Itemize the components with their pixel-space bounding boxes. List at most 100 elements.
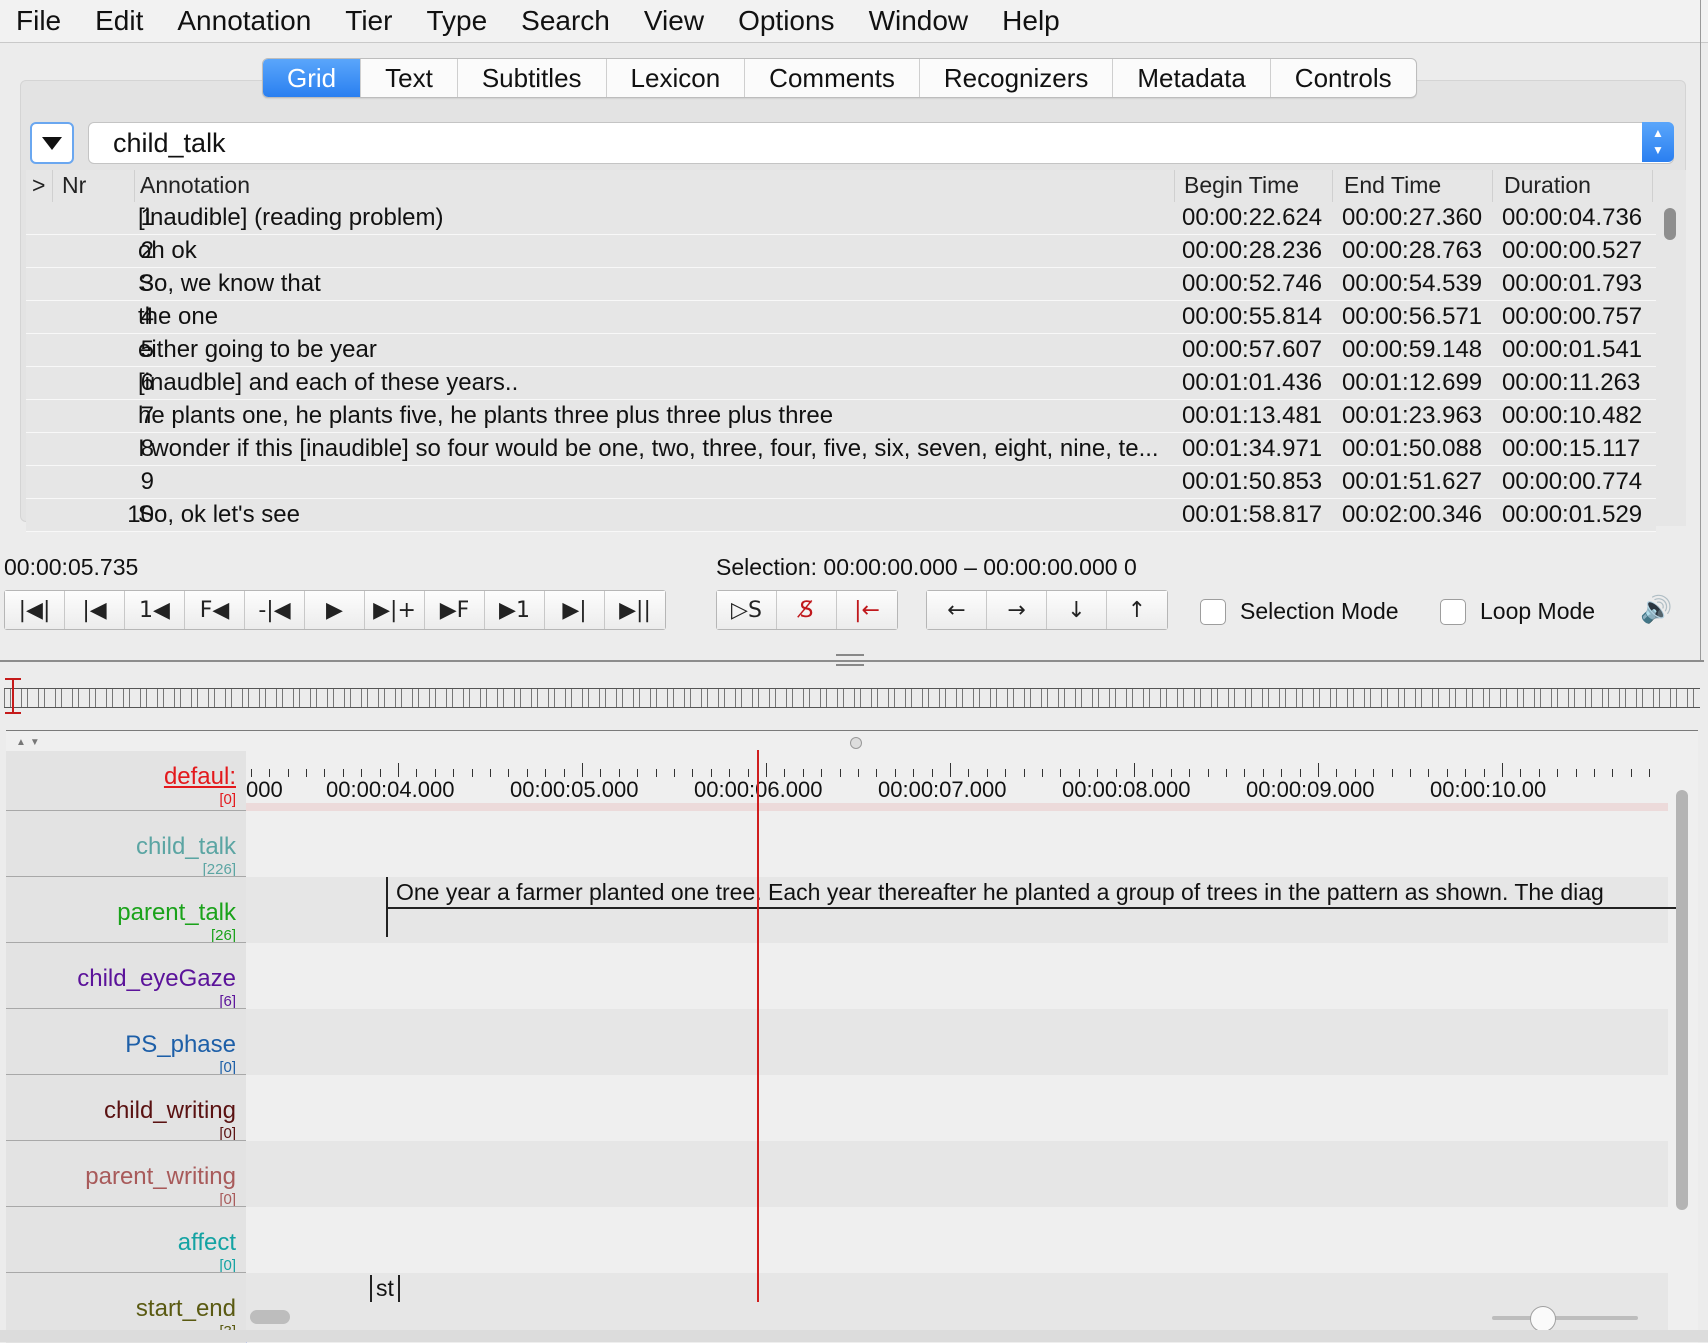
tab-lexicon[interactable]: Lexicon [607, 59, 746, 97]
play-button[interactable]: ▶ [305, 591, 365, 629]
tier-row-child-talk[interactable] [246, 811, 1668, 877]
menu-view[interactable]: View [627, 5, 721, 37]
tab-subtitles[interactable]: Subtitles [458, 59, 607, 97]
menu-edit[interactable]: Edit [78, 5, 160, 37]
tier-separator [6, 1206, 246, 1207]
speaker-icon[interactable]: 🔊 [1640, 594, 1672, 625]
column-header-begin-time[interactable]: Begin Time [1184, 172, 1299, 199]
row-begin-time: 00:01:13.481 [1182, 402, 1323, 429]
grid-options-dropdown-button[interactable] [30, 122, 74, 164]
selection-begin-button[interactable]: |← [837, 591, 897, 629]
annotation-start-end[interactable]: st [370, 1275, 400, 1302]
zoom-slider-knob[interactable] [1530, 1306, 1556, 1332]
grid-row[interactable]: 9 00:01:50.853 00:01:51.627 00:00:00.774 [26, 466, 1656, 499]
row-begin-time: 00:00:52.746 [1182, 270, 1323, 297]
first-frame-button[interactable]: F◀ [185, 591, 245, 629]
tab-metadata[interactable]: Metadata [1113, 59, 1271, 97]
tier-label-child-writing[interactable]: child_writing [104, 1097, 236, 1125]
down-arrow-button[interactable]: ↓ [1047, 591, 1107, 629]
tier-label-default[interactable]: defaul: [164, 763, 236, 791]
menu-file[interactable]: File [0, 5, 78, 37]
tier-row-affect[interactable] [246, 1207, 1668, 1273]
previous-second-button[interactable]: |◀ [65, 591, 125, 629]
ruler-tick [784, 769, 786, 777]
menu-window[interactable]: Window [852, 5, 986, 37]
grid-row[interactable]: 2 oh ok 00:00:28.236 00:00:28.763 00:00:00.5… [26, 235, 1656, 268]
clear-selection-button[interactable]: S̸ [777, 591, 837, 629]
previous-pixel-button[interactable]: -|◀ [245, 591, 305, 629]
grid-row[interactable]: 3 So, we know that 00:00:52.746 00:00:54.53… [26, 268, 1656, 301]
play-selection-button[interactable]: ▷S [717, 591, 777, 629]
tier-label-child-eyegaze[interactable]: child_eyeGaze [77, 965, 236, 993]
ruler-tick [710, 769, 712, 777]
column-toggle[interactable]: > [32, 172, 45, 199]
go-to-end-button[interactable]: ▶|| [605, 591, 665, 629]
divider-grip-icon[interactable] [836, 654, 864, 666]
tier-sort-arrows-icon[interactable]: ▲▼ [16, 737, 44, 748]
tier-label-affect[interactable]: affect [178, 1229, 236, 1257]
selection-mode-box[interactable] [1200, 598, 1226, 625]
grid-row[interactable]: 7 he plants one, he plants five, he plant… [26, 400, 1656, 433]
timeline-handle[interactable] [850, 737, 862, 749]
timeline-vertical-scrollbar[interactable] [1672, 790, 1692, 1210]
column-header-annotation[interactable]: Annotation [140, 172, 250, 199]
grid-row[interactable]: 1 [inaudible] (reading problem) 00:00:22.6… [26, 202, 1656, 235]
grid-row[interactable]: 6 [inaudble] and each of these years.. 00:… [26, 367, 1656, 400]
grid-row[interactable]: 10 So, ok let's see 00:01:58.817 00:02:00.3… [26, 499, 1656, 532]
time-ruler[interactable]: 00000:00:04.00000:00:05.00000:00:06.0000… [246, 751, 1668, 803]
next-pixel-button[interactable]: ▶|+ [365, 591, 425, 629]
tab-controls[interactable]: Controls [1271, 59, 1416, 97]
zoom-slider-track[interactable] [1492, 1316, 1638, 1320]
tier-label-child-talk[interactable]: child_talk [136, 833, 236, 861]
tier-label-ps-phase[interactable]: PS_phase [125, 1031, 236, 1059]
tier-row-child-eyegaze[interactable] [246, 943, 1668, 1009]
grid-scrollbar[interactable] [1660, 202, 1682, 526]
menu-help[interactable]: Help [985, 5, 1077, 37]
timeline-viewer: ▲▼ defaul: [0] child_talk [226] parent_talk[… [6, 730, 1698, 1343]
selection-mode-checkbox[interactable]: Selection Mode [1200, 598, 1399, 625]
tier-row-child-writing[interactable] [246, 1075, 1668, 1141]
loop-mode-checkbox[interactable]: Loop Mode [1440, 598, 1595, 625]
menu-type[interactable]: Type [409, 5, 504, 37]
tier-row-parent-writing[interactable] [246, 1141, 1668, 1207]
tier-label-parent-writing[interactable]: parent_writing [85, 1163, 236, 1191]
ruler-tick [858, 769, 859, 777]
right-arrow-button[interactable]: → [987, 591, 1047, 629]
grid-row[interactable]: 5 either going to be year 00:00:57.607 00:0… [26, 334, 1656, 367]
updown-chevron-icon: ▲ ▼ [1642, 122, 1674, 162]
column-header-duration[interactable]: Duration [1504, 172, 1591, 199]
menu-options[interactable]: Options [721, 5, 852, 37]
next-second-button[interactable]: ▶| [545, 591, 605, 629]
tier-select[interactable]: child_talk ▲ ▼ [88, 122, 1674, 164]
tab-recognizers[interactable]: Recognizers [920, 59, 1114, 97]
timeline-horizontal-scroll-thumb[interactable] [250, 1310, 290, 1324]
column-header-end-time[interactable]: End Time [1344, 172, 1441, 199]
menu-tier[interactable]: Tier [328, 5, 409, 37]
row-duration: 00:00:00.757 [1502, 303, 1643, 330]
tab-text[interactable]: Text [361, 59, 458, 97]
grid-row[interactable]: 8I wonder if this [inaudible] so four wo… [26, 433, 1656, 466]
menu-annotation[interactable]: Annotation [160, 5, 328, 37]
next-frame-button[interactable]: ▶1 [485, 591, 545, 629]
tier-label-start-end[interactable]: start_end [136, 1295, 236, 1323]
annotation-parent-talk[interactable]: One year a farmer planted one tree. Each… [386, 877, 1678, 937]
up-arrow-button[interactable]: ↑ [1107, 591, 1167, 629]
left-arrow-button[interactable]: ← [927, 591, 987, 629]
loop-mode-box[interactable] [1440, 598, 1466, 625]
timeline-overview[interactable] [4, 688, 1700, 708]
next-frame-f-button[interactable]: ▶F [425, 591, 485, 629]
go-to-begin-button[interactable]: |◀| [5, 591, 65, 629]
grid-scrollbar-thumb[interactable] [1664, 208, 1676, 240]
tab-grid[interactable]: Grid [263, 59, 362, 97]
tab-comments[interactable]: Comments [745, 59, 920, 97]
tier-row-parent-talk[interactable]: One year a farmer planted one tree. Each… [246, 877, 1678, 943]
menu-search[interactable]: Search [504, 5, 627, 37]
previous-frame-button[interactable]: 1◀ [125, 591, 185, 629]
ruler-tick [1594, 769, 1595, 777]
timeline-vertical-thumb[interactable] [1676, 790, 1688, 1210]
grid-row[interactable]: 4 the one 00:00:55.814 00:00:56.571 00:00:00… [26, 301, 1656, 334]
tier-label-parent-talk[interactable]: parent_talk [117, 899, 236, 927]
tier-row-ps-phase[interactable] [246, 1009, 1668, 1075]
column-header-nr[interactable]: Nr [62, 172, 86, 199]
ruler-tick [1538, 769, 1540, 777]
